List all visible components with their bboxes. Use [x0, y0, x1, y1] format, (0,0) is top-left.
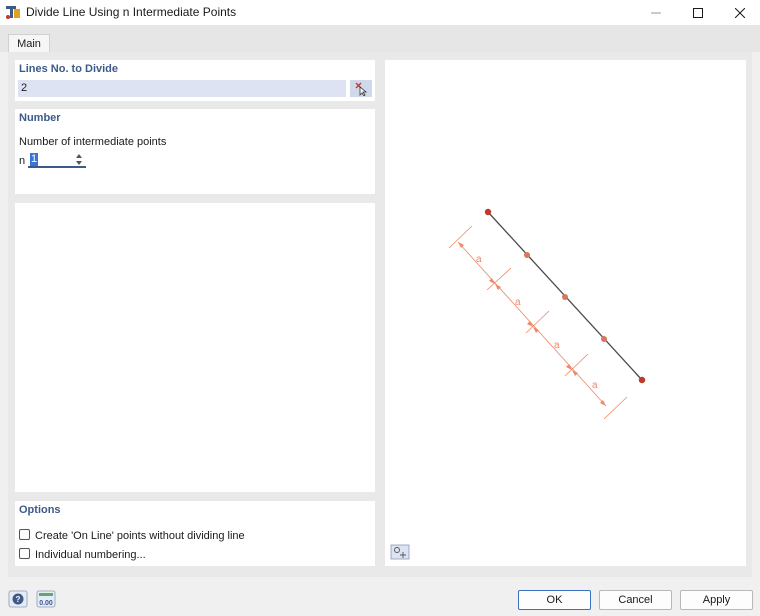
lines-input[interactable]: 2 [18, 80, 346, 97]
tab-bar: Main [0, 25, 760, 52]
svg-text:0.00: 0.00 [39, 600, 53, 607]
dimension-line [457, 241, 607, 407]
ok-button[interactable]: OK [518, 590, 591, 610]
svg-text:?: ? [16, 595, 21, 604]
intermediate-points-stepper[interactable]: 1 [28, 152, 86, 168]
maximize-icon [693, 7, 703, 18]
individual-numbering-checkbox[interactable] [19, 548, 30, 559]
close-icon [735, 7, 745, 18]
number-section-title: Number [19, 112, 61, 124]
lines-section-title: Lines No. to Divide [19, 63, 119, 75]
help-button[interactable]: ? [8, 590, 28, 608]
dialog-footer: ? 0.00 OK Cancel Apply [0, 577, 760, 616]
minimize-button[interactable] [634, 0, 678, 25]
dimension-label-1: a [476, 254, 482, 265]
number-section: Number Number of intermediate points n 1 [15, 109, 375, 194]
dimension-label-2: a [515, 297, 521, 308]
cancel-button[interactable]: Cancel [599, 590, 672, 610]
options-section: Options Create 'On Line' points without … [15, 501, 375, 566]
intermediate-point [562, 294, 568, 300]
intermediate-points-label: Number of intermediate points [19, 136, 167, 148]
division-diagram: a a a a [448, 208, 646, 420]
spin-up-icon[interactable] [75, 153, 83, 159]
on-line-points-label[interactable]: Create 'On Line' points without dividing… [35, 530, 245, 542]
line-end-point [638, 376, 646, 384]
close-button[interactable] [718, 0, 760, 25]
preview-panel: a a a a [385, 60, 746, 566]
dimension-label-3: a [554, 340, 560, 351]
intermediate-point [524, 252, 530, 258]
empty-panel [15, 203, 375, 492]
tab-main[interactable]: Main [8, 34, 50, 52]
minimize-icon [651, 12, 661, 13]
help-icon: ? [8, 590, 28, 608]
units-button[interactable]: 0.00 [36, 590, 56, 608]
window-title: Divide Line Using n Intermediate Points [26, 5, 237, 19]
n-label: n [19, 155, 26, 167]
lines-section: Lines No. to Divide 2 [15, 60, 375, 101]
on-line-points-checkbox[interactable] [19, 529, 30, 540]
select-in-graphics-icon [355, 82, 368, 96]
intermediate-point [601, 336, 607, 342]
units-icon: 0.00 [36, 590, 56, 608]
pick-lines-button[interactable] [350, 80, 372, 97]
app-icon [5, 4, 21, 20]
maximize-button[interactable] [676, 0, 720, 25]
title-bar: Divide Line Using n Intermediate Points [0, 0, 760, 25]
individual-numbering-label[interactable]: Individual numbering... [35, 549, 146, 561]
options-section-title: Options [19, 504, 61, 516]
preview-options-icon [390, 544, 410, 560]
dimension-label-4: a [592, 380, 598, 391]
stepper-value: 1 [30, 153, 39, 166]
preview-options-button[interactable] [390, 544, 410, 560]
spin-down-icon[interactable] [75, 160, 83, 166]
line-start-point [484, 208, 492, 216]
apply-button[interactable]: Apply [680, 590, 753, 610]
